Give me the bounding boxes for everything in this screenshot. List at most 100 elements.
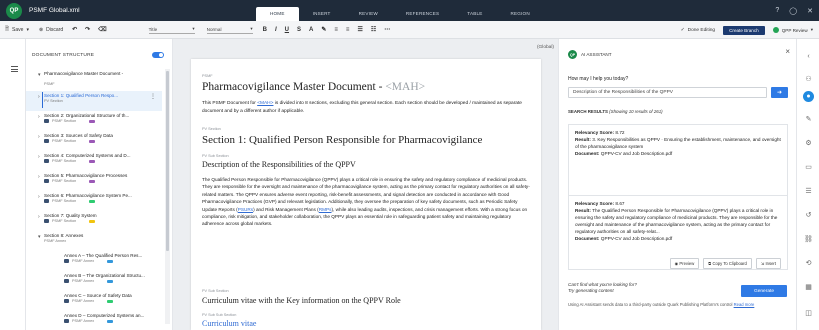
italic-icon[interactable]: I <box>271 27 281 33</box>
create-branch-button[interactable]: Create Branch <box>723 25 765 35</box>
ai-logo: QP <box>568 50 577 59</box>
bullet-list-icon[interactable]: ☰ <box>353 26 366 33</box>
redo-icon[interactable]: ↷ <box>81 26 94 33</box>
tree-item-annex-d[interactable]: Annex D – Computerized Systems an... PSM… <box>26 311 162 330</box>
result-document: QPPV-CV and Job Description.pdf <box>600 151 673 156</box>
preview-button[interactable]: ◉ Preview <box>669 258 700 269</box>
subsection-marker: PV Sub Section <box>202 289 229 293</box>
table-icon[interactable]: ▦ <box>803 281 814 292</box>
tree-item-section-8[interactable]: ▾ Section 8: Annexes PSMF Annex <box>26 231 162 251</box>
tree-item-section-4[interactable]: › Section 4: Computerized Systems and D.… <box>26 151 162 171</box>
bold-icon[interactable]: B <box>259 27 271 33</box>
ai-assistant-icon[interactable]: ● <box>803 91 814 102</box>
type-tag-icon <box>44 219 49 223</box>
link-icon[interactable]: ⛓ <box>803 233 814 244</box>
structure-scrollbar[interactable] <box>165 69 170 324</box>
collapse-icon[interactable]: ‹ <box>803 51 814 62</box>
tree-item-type: PSMF Annex <box>64 279 162 283</box>
subsection-body[interactable]: The Qualified Person Responsible for Pha… <box>202 176 532 228</box>
edit-icon[interactable]: ✎ <box>803 113 814 124</box>
comment-icon[interactable]: ▭ <box>803 161 814 172</box>
insert-button[interactable]: ⇲ Insert <box>755 258 781 269</box>
done-editing-button[interactable]: ✓ Done Editing <box>681 28 716 33</box>
discard-button[interactable]: ⊗ Discard <box>34 27 68 33</box>
tab-review[interactable]: REVIEW <box>345 7 392 21</box>
more-icon[interactable]: ⋯ <box>380 26 394 33</box>
arrow-right-icon: ➜ <box>776 90 783 96</box>
section-color-bar <box>89 139 96 143</box>
subsection-marker: PV Sub Section <box>202 154 229 158</box>
document-heading[interactable]: Pharmacovigilance Master Document - <MAH… <box>202 81 425 93</box>
list-icon[interactable]: ☰ <box>803 185 814 196</box>
send-button[interactable]: ➜ <box>771 87 788 98</box>
highlight-icon[interactable]: ✎ <box>317 26 330 33</box>
strikethrough-icon[interactable]: S <box>293 27 305 33</box>
user-icon[interactable]: ◯ <box>789 7 797 15</box>
share-icon[interactable]: ⟲ <box>803 257 814 268</box>
result-card[interactable]: Relevancy Score: 8.67 Result: The Qualif… <box>568 195 788 270</box>
menu-icon[interactable] <box>11 66 18 74</box>
tree-item-section-5[interactable]: › Section 5: Pharmacovigilance Processes… <box>26 171 162 191</box>
type-tag-icon <box>64 259 69 263</box>
text-color-icon[interactable]: A <box>305 27 317 33</box>
kebab-menu-icon[interactable]: ⋮ <box>150 93 156 100</box>
tree-item-section-1[interactable]: › Section 1: Qualified Person Respo... P… <box>26 91 162 111</box>
tab-region[interactable]: REGION <box>497 7 544 21</box>
mah-placeholder: <MAH> <box>385 81 426 93</box>
psurs-link[interactable]: PSURs <box>238 207 253 212</box>
paragraph-select[interactable]: Normal ▾ <box>206 25 253 34</box>
format-painter-icon[interactable]: ⌫ <box>94 26 110 33</box>
subsection-heading[interactable]: Description of the Responsibilities of t… <box>202 160 356 169</box>
ai-header: QP AI ASSISTANT <box>568 50 612 59</box>
tree-root[interactable]: ▾ Pharmacovigilance Master Document - <box>26 69 162 81</box>
tree-item-section-3[interactable]: › Section 3: Sources of Safety Data PSMF… <box>26 131 162 151</box>
result-text: 3. Key Responsibilities as QPPV · Ensuri… <box>575 137 781 149</box>
group-icon[interactable]: ⚇ <box>803 73 814 84</box>
save-button[interactable]: 🗎 Save ▾ <box>0 26 34 34</box>
section-1-heading[interactable]: Section 1: Qualified Person Responsible … <box>202 134 482 146</box>
tree-item-annex-a[interactable]: Annex A – The Qualified Person Res... PS… <box>26 251 162 271</box>
cv-subheading[interactable]: Curriculum vitae <box>202 319 256 328</box>
qpp-review-dropdown[interactable]: QPP Review ▾ <box>772 27 813 33</box>
tab-home[interactable]: HOME <box>256 7 299 21</box>
copy-clipboard-button[interactable]: ⧉ Copy To Clipboard <box>703 258 752 269</box>
tree-item-section-2[interactable]: › Section 2: Organizational Structure of… <box>26 111 162 131</box>
help-icon[interactable]: ? <box>775 7 779 14</box>
chevron-right-icon: › <box>38 154 40 160</box>
tab-insert[interactable]: INSERT <box>299 7 345 21</box>
tab-table[interactable]: TABLE <box>453 7 496 21</box>
global-region-tag: (Global) <box>536 45 554 50</box>
align-left-icon[interactable]: ≡ <box>330 27 342 33</box>
settings-icon[interactable]: ⚙ <box>803 137 814 148</box>
tree-item-annex-b[interactable]: Annex B – The Organizational Structu... … <box>26 271 162 291</box>
intro-paragraph[interactable]: This PSMF Document for <MAH> is divided … <box>202 100 532 115</box>
structure-toggle[interactable] <box>152 52 164 58</box>
numbered-list-icon[interactable]: ☷ <box>367 26 380 33</box>
read-more-link[interactable]: Read more <box>734 302 755 307</box>
rmps-link[interactable]: RMPs <box>319 207 332 212</box>
underline-icon[interactable]: U <box>281 27 293 33</box>
cv-heading[interactable]: Curriculum vitae with the Key informatio… <box>202 296 401 305</box>
document-page[interactable]: PSMF Pharmacovigilance Master Document -… <box>191 59 541 330</box>
tree-item-annex-c[interactable]: Annex C – Source of Safety Data PSMF Ann… <box>26 291 162 311</box>
undo-icon[interactable]: ↶ <box>68 26 81 33</box>
style-select[interactable]: Title ▾ <box>148 25 195 34</box>
section-color-bar <box>107 279 114 283</box>
tree-item-section-6[interactable]: › Section 6: Pharmacovigilance System Pe… <box>26 191 162 211</box>
close-icon[interactable]: ✕ <box>807 7 813 15</box>
close-icon[interactable]: × <box>785 47 790 56</box>
preview-icon[interactable]: ◫ <box>803 307 814 318</box>
style-select-value: Title <box>148 26 158 32</box>
tree-item-section-7[interactable]: › Section 7: Quality System PSMF Section <box>26 211 162 231</box>
tree-item-label: Annex B – The Organizational Structu... <box>64 273 145 278</box>
history-icon[interactable]: ↺ <box>803 209 814 220</box>
tab-references[interactable]: REFERENCES <box>392 7 453 21</box>
mah-link[interactable]: <MAH> <box>257 101 273 106</box>
scrollbar-thumb[interactable] <box>166 71 169 251</box>
generate-button[interactable]: Generate <box>741 285 787 297</box>
ai-search-input[interactable]: Description of the Responsibilities of t… <box>568 87 767 98</box>
tree-item-type: PSMF Section <box>44 199 162 203</box>
align-center-icon[interactable]: ≡ <box>342 27 354 33</box>
tree-item-label: Section 4: Computerized Systems and D... <box>44 153 131 158</box>
body-text-b: ) and Risk Management Plans ( <box>253 206 319 212</box>
